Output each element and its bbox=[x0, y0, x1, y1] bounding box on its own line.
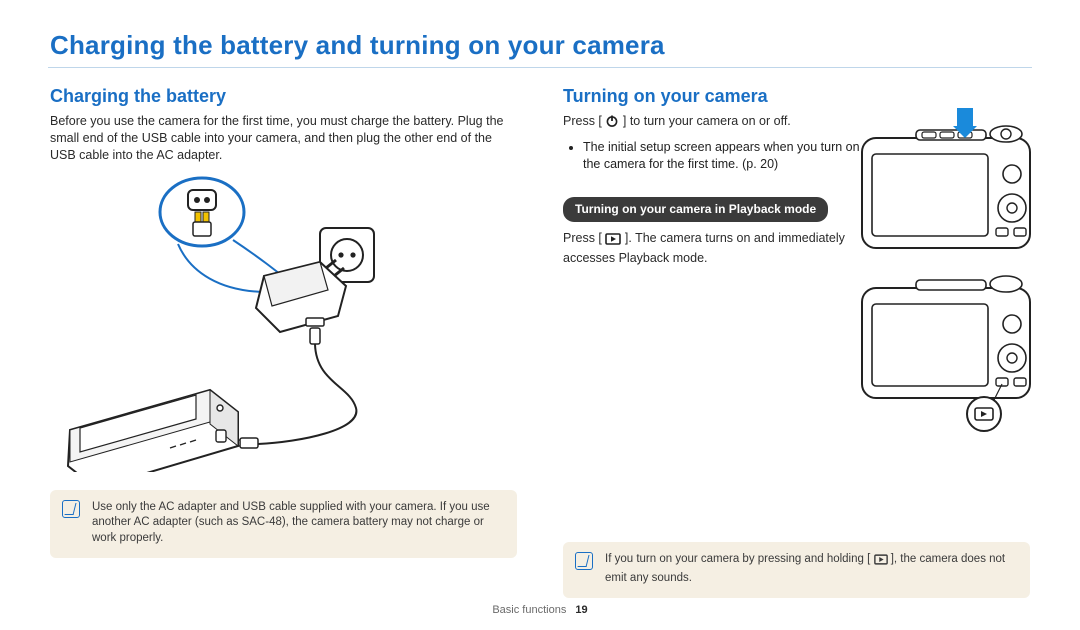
turning-on-text: Press [ ] to turn your camera on or off.… bbox=[563, 113, 863, 266]
note-icon bbox=[575, 552, 593, 570]
right-column: Turning on your camera Press [ ] to turn… bbox=[563, 86, 1030, 598]
charging-diagram-svg bbox=[50, 172, 480, 472]
footer-page-number: 19 bbox=[575, 604, 587, 616]
playback-mode-pill: Turning on your camera in Playback mode bbox=[563, 197, 828, 222]
turning-on-bullets: The initial setup screen appears when yo… bbox=[583, 139, 863, 173]
playback-icon bbox=[874, 554, 888, 571]
playback-icon bbox=[605, 233, 621, 250]
note-ac-adapter-text: Use only the AC adapter and USB cable su… bbox=[92, 501, 490, 544]
section-heading-charging: Charging the battery bbox=[50, 86, 517, 107]
page-title: Charging the battery and turning on your… bbox=[50, 30, 1030, 61]
press-power-line: Press [ ] to turn your camera on or off. bbox=[563, 113, 863, 133]
initial-setup-bullet: The initial setup screen appears when yo… bbox=[583, 139, 863, 173]
note-no-sound: If you turn on your camera by pressing a… bbox=[563, 542, 1030, 598]
note-no-sound-text: If you turn on your camera by pressing a… bbox=[605, 553, 1005, 584]
note-ac-adapter: Use only the AC adapter and USB cable su… bbox=[50, 490, 517, 559]
section-heading-turning-on: Turning on your camera bbox=[563, 86, 1030, 107]
camera-power-diagram bbox=[856, 108, 1036, 258]
charging-intro-text: Before you use the camera for the first … bbox=[50, 113, 517, 164]
power-icon bbox=[605, 114, 619, 133]
manual-page: Charging the battery and turning on your… bbox=[0, 0, 1080, 598]
title-rule bbox=[48, 67, 1032, 68]
camera-body-icon bbox=[68, 390, 238, 472]
camera-playback-diagram bbox=[856, 272, 1036, 432]
left-column: Charging the battery Before you use the … bbox=[50, 86, 517, 598]
press-playback-line: Press [ ]. The camera turns on and immed… bbox=[563, 230, 863, 267]
footer-section-label: Basic functions bbox=[492, 604, 566, 616]
charging-diagram: Status lamp Red light on: Charging Red l… bbox=[50, 172, 517, 472]
usb-cable-icon bbox=[228, 328, 356, 448]
page-footer: Basic functions 19 bbox=[0, 604, 1080, 616]
two-column-layout: Charging the battery Before you use the … bbox=[50, 86, 1030, 598]
note-icon bbox=[62, 500, 80, 518]
